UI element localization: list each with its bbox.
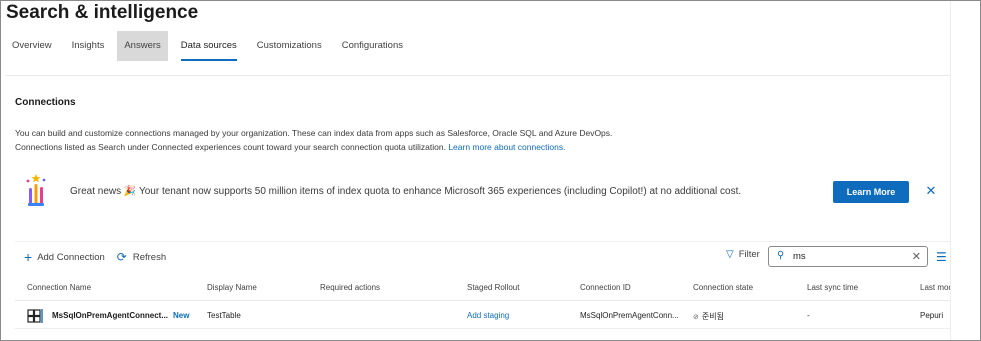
quota-banner: Great news 🎉 Your tenant now supports 50… [15, 168, 952, 218]
banner-message: Great news 🎉 Your tenant now supports 50… [70, 186, 742, 197]
tab-data-sources[interactable]: Data sources [174, 31, 244, 61]
tab-bar: Overview Insights Answers Data sources C… [5, 31, 416, 61]
refresh-icon: ⟳ [116, 250, 127, 264]
connection-state-text: 준비됨 [701, 312, 724, 321]
connection-state-cell: ⊘ 준비됨 [693, 311, 724, 322]
celebration-icon [26, 174, 46, 206]
refresh-label: Refresh [132, 251, 167, 263]
banner-divider [15, 241, 952, 242]
column-header-connection-id[interactable]: Connection ID [580, 283, 631, 292]
learn-more-connections-link[interactable]: Learn more about connections. [448, 142, 565, 152]
column-header-connection-state[interactable]: Connection state [693, 283, 753, 292]
tab-configurations[interactable]: Configurations [335, 31, 410, 61]
side-panel-edge [950, 1, 980, 340]
section-description: You can build and customize connections … [15, 126, 612, 154]
description-line-1: You can build and customize connections … [15, 128, 613, 138]
column-header-last-sync-time[interactable]: Last sync time [807, 283, 858, 292]
plus-icon: + [24, 249, 33, 265]
table-header: Connection Name Display Name Required ac… [15, 277, 980, 301]
last-modified-by-cell: Pepuri [920, 311, 944, 320]
tab-divider [5, 75, 952, 76]
tab-overview[interactable]: Overview [5, 31, 59, 61]
app-window: Search & intelligence Overview Insights … [0, 0, 981, 341]
column-header-connection-name[interactable]: Connection Name [27, 283, 91, 292]
description-line-2-text: Connections listed as Search under Conne… [15, 142, 446, 152]
refresh-button[interactable]: ⟳ Refresh [117, 250, 166, 264]
view-options-icon[interactable]: ☰ [936, 250, 947, 264]
add-connection-label: Add Connection [37, 251, 105, 263]
last-sync-cell: - [807, 311, 810, 320]
add-staging-link[interactable]: Add staging [467, 311, 509, 320]
section-title: Connections [15, 97, 76, 108]
search-icon: ⚲ [777, 250, 785, 261]
column-header-staged-rollout[interactable]: Staged Rollout [467, 283, 519, 292]
description-line-2: Connections listed as Search under Conne… [15, 140, 612, 154]
connector-icon [27, 309, 43, 323]
tab-insights[interactable]: Insights [65, 31, 112, 61]
search-box: ⚲ ✕ [768, 246, 928, 267]
new-badge: New [173, 311, 190, 320]
display-name-cell: TestTable [207, 311, 241, 320]
learn-more-button[interactable]: Learn More [833, 181, 909, 203]
page-title: Search & intelligence [6, 2, 199, 23]
tab-answers[interactable]: Answers [117, 31, 168, 61]
table-toolbar: + Add Connection ⟳ Refresh [24, 249, 178, 265]
tab-customizations[interactable]: Customizations [250, 31, 329, 61]
column-header-display-name[interactable]: Display Name [207, 283, 257, 292]
status-link-icon: ⊘ [693, 314, 699, 321]
filter-button[interactable]: ▽ Filter [726, 249, 760, 260]
add-connection-button[interactable]: + Add Connection [24, 250, 105, 264]
filter-icon: ▽ [726, 249, 734, 260]
filter-label: Filter [738, 249, 760, 260]
clear-icon[interactable]: ✕ [912, 250, 921, 264]
table-row[interactable]: MsSqlOnPremAgentConnect... New TestTable… [15, 302, 980, 329]
search-input[interactable] [793, 249, 903, 264]
connection-id-cell: MsSqlOnPremAgentConn... [580, 311, 679, 320]
close-icon[interactable]: ✕ [923, 183, 939, 199]
column-header-required-actions[interactable]: Required actions [320, 283, 380, 292]
connection-name[interactable]: MsSqlOnPremAgentConnect... [52, 311, 168, 320]
